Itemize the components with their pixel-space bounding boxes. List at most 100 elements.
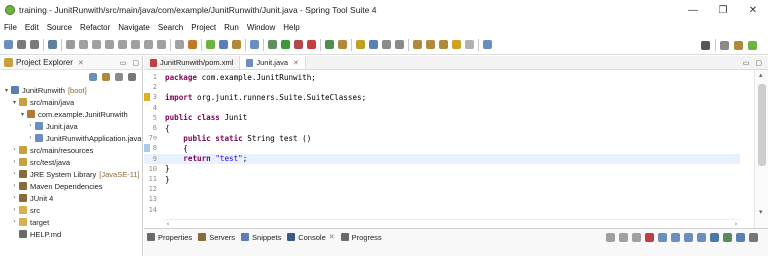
code-line[interactable]: 3 import org.junit.runners.Suite.SuiteCla…	[144, 92, 740, 102]
minimize-icon[interactable]: ▭	[743, 59, 750, 67]
disconnect-icon[interactable]	[118, 40, 127, 49]
menu-help[interactable]: Help	[283, 23, 299, 32]
code-editor[interactable]: ‹ › 1 package com.example.JunitRunwith; 2 3…	[144, 70, 754, 228]
tree-item[interactable]: ▾ com.example.JunitRunwith	[0, 108, 142, 120]
tree-item[interactable]: › Maven Dependencies	[0, 180, 142, 192]
code-line[interactable]: 9 return "test";	[144, 153, 740, 164]
filter-icon[interactable]	[115, 73, 123, 81]
block-selection-icon[interactable]	[395, 40, 404, 49]
menu-file[interactable]: File	[4, 23, 17, 32]
remove-all-icon[interactable]	[632, 233, 641, 242]
code-line[interactable]: 8 {	[144, 143, 740, 153]
collapse-arrow-icon[interactable]: ›	[11, 147, 18, 153]
collapse-arrow-icon[interactable]: ›	[11, 219, 18, 225]
collapse-all-icon[interactable]	[89, 73, 97, 81]
suspend-icon[interactable]	[92, 40, 101, 49]
tab-servers[interactable]: Servers	[198, 233, 235, 242]
spring-perspective-icon[interactable]	[748, 40, 757, 50]
save-all-icon[interactable]	[30, 40, 39, 49]
open-console-icon[interactable]	[723, 233, 732, 242]
gutter-marker-icon[interactable]	[144, 93, 150, 102]
spring-starter-icon[interactable]	[206, 40, 215, 49]
tab-console[interactable]: Console ✕	[287, 233, 335, 242]
step-over-icon[interactable]	[144, 40, 153, 49]
collapse-arrow-icon[interactable]: ›	[11, 183, 18, 189]
open-perspective-icon[interactable]	[483, 40, 492, 49]
vertical-scrollbar[interactable]: ▴ ▾	[754, 70, 768, 228]
pin-icon[interactable]	[369, 40, 378, 49]
pencil-icon[interactable]	[338, 40, 347, 49]
java-ee-perspective-icon[interactable]	[720, 40, 729, 50]
view-menu-icon[interactable]	[128, 73, 136, 81]
menu-project[interactable]: Project	[191, 23, 216, 32]
close-icon[interactable]: ✕	[78, 59, 84, 67]
code-line[interactable]: 13	[144, 194, 740, 204]
show-whitespace-icon[interactable]	[382, 40, 391, 49]
debug-icon[interactable]	[268, 40, 277, 49]
tree-item[interactable]: › src/main/resources	[0, 144, 142, 156]
minimize-button[interactable]: —	[678, 0, 708, 20]
code-line[interactable]: 14	[144, 205, 740, 215]
back-icon[interactable]	[452, 40, 461, 49]
show-on-output-icon[interactable]	[684, 233, 693, 242]
maximize-icon[interactable]: ▢	[132, 59, 139, 67]
toggle-mark-occurrences-icon[interactable]	[356, 40, 365, 49]
boot-dashboard-icon[interactable]	[188, 40, 197, 49]
tree-item[interactable]: › src/test/java	[0, 156, 142, 168]
scroll-lock-icon[interactable]	[658, 233, 667, 242]
code-line[interactable]: 1 package com.example.JunitRunwith;	[144, 72, 740, 82]
run-icon[interactable]	[281, 40, 290, 49]
terminate-icon[interactable]	[105, 40, 114, 49]
tab-snippets[interactable]: Snippets	[241, 233, 281, 242]
maximize-button[interactable]: ❐	[708, 0, 738, 20]
terminate-icon[interactable]	[645, 233, 654, 242]
new-console-icon[interactable]	[736, 233, 745, 242]
collapse-arrow-icon[interactable]: ›	[27, 135, 34, 141]
menu-source[interactable]: Source	[47, 23, 72, 32]
code-line[interactable]: 11}	[144, 174, 740, 184]
external-tools-icon[interactable]	[307, 40, 316, 49]
tree-item[interactable]: ▾ src/main/java	[0, 96, 142, 108]
scrollbar-thumb[interactable]	[758, 84, 766, 166]
close-button[interactable]: ✕	[738, 0, 768, 20]
collapse-arrow-icon[interactable]: ›	[11, 159, 18, 165]
code-line[interactable]: 4	[144, 103, 740, 113]
scroll-up-icon[interactable]: ▴	[759, 71, 763, 79]
editor-tab[interactable]: Junit.java ✕	[240, 56, 306, 69]
tab-properties[interactable]: Properties	[147, 233, 192, 242]
expand-arrow-icon[interactable]: ▾	[3, 87, 10, 94]
skip-breakpoints-icon[interactable]	[66, 40, 75, 49]
code-line[interactable]: 6{	[144, 123, 740, 133]
maximize-icon[interactable]: ▢	[755, 59, 762, 67]
next-annotation-icon[interactable]	[413, 40, 422, 49]
new-class-icon[interactable]	[325, 40, 334, 49]
menu-run[interactable]: Run	[224, 23, 239, 32]
menu-window[interactable]: Window	[247, 23, 275, 32]
step-return-icon[interactable]	[157, 40, 166, 49]
code-line[interactable]: 12	[144, 184, 740, 194]
pin-console-icon[interactable]	[697, 233, 706, 242]
forward-icon[interactable]	[465, 40, 474, 49]
display-console-icon[interactable]	[710, 233, 719, 242]
code-line[interactable]: 7⊖ public static String test ()	[144, 133, 740, 143]
console-icon[interactable]	[48, 40, 57, 49]
tree-item[interactable]: › src	[0, 204, 142, 216]
new-java-project-icon[interactable]	[219, 40, 228, 49]
close-icon[interactable]: ✕	[329, 233, 335, 241]
code-line[interactable]: 2	[144, 82, 740, 92]
step-into-icon[interactable]	[131, 40, 140, 49]
last-edit-icon[interactable]	[439, 40, 448, 49]
expand-arrow-icon[interactable]: ▾	[19, 111, 26, 118]
save-icon[interactable]	[17, 40, 26, 49]
scroll-down-icon[interactable]: ▾	[759, 208, 763, 216]
scroll-right-icon[interactable]: ›	[734, 220, 738, 228]
menu-edit[interactable]: Edit	[25, 23, 39, 32]
menu-search[interactable]: Search	[158, 23, 183, 32]
tree-item[interactable]: › JunitRunwithApplication.java	[0, 132, 142, 144]
project-explorer-tab[interactable]: Project Explorer ✕ ▭ ▢	[0, 56, 142, 70]
resume-icon[interactable]	[79, 40, 88, 49]
open-type-icon[interactable]	[250, 40, 259, 49]
minimize-icon[interactable]: ▭	[120, 59, 127, 67]
code-line[interactable]: 10}	[144, 164, 740, 174]
tree-item[interactable]: › target	[0, 216, 142, 228]
